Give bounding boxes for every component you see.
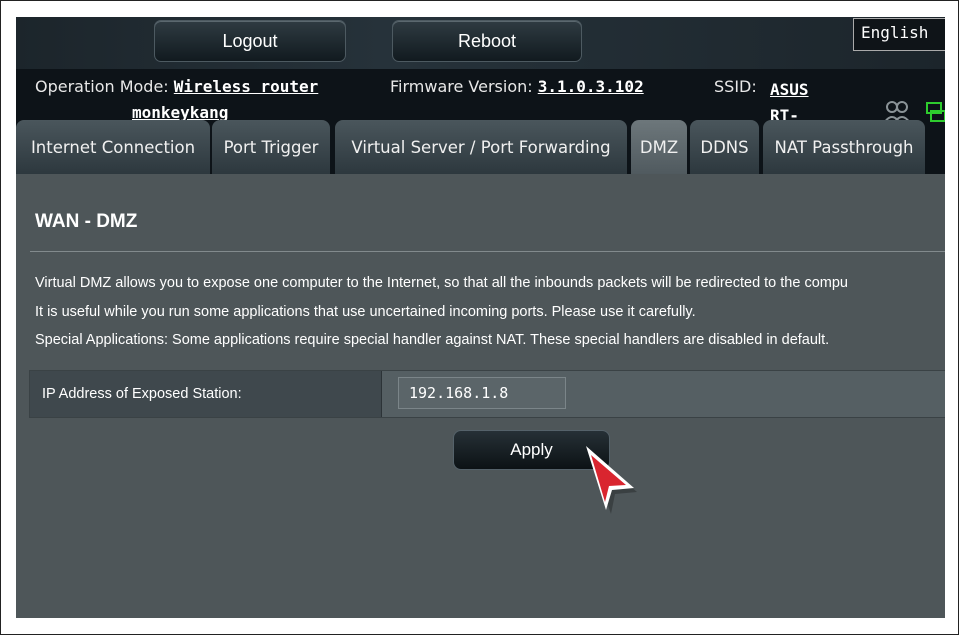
title-divider [30, 251, 945, 252]
exposed-station-input-cell: 192.168.1.8 [382, 371, 945, 417]
language-select[interactable]: English [853, 18, 945, 51]
exposed-station-label: IP Address of Exposed Station: [30, 371, 382, 417]
page-title: WAN - DMZ [35, 211, 138, 232]
tab-ddns[interactable]: DDNS [690, 120, 759, 174]
firmware-version: Firmware Version: 3.1.0.3.102 [390, 77, 644, 96]
info-bar: Operation Mode: Wireless router Firmware… [16, 69, 945, 151]
firmware-link[interactable]: 3.1.0.3.102 [538, 77, 644, 96]
ssid-label: SSID: [714, 77, 757, 96]
description-line-3: Special Applications: Some applications … [35, 332, 830, 348]
exposed-station-row: IP Address of Exposed Station: 192.168.1… [29, 370, 945, 418]
operation-mode: Operation Mode: Wireless router [35, 77, 318, 96]
top-bar: Logout Reboot English [16, 17, 945, 69]
tab-dmz[interactable]: DMZ [631, 120, 687, 174]
description-line-2: It is useful while you run some applicat… [35, 304, 696, 320]
firmware-label: Firmware Version: [390, 77, 533, 96]
tab-virtual-server[interactable]: Virtual Server / Port Forwarding [335, 120, 627, 174]
operation-mode-label: Operation Mode: [35, 77, 169, 96]
logout-button[interactable]: Logout [154, 20, 346, 62]
tab-bar: Internet Connection Port Trigger Virtual… [16, 120, 945, 174]
reboot-button[interactable]: Reboot [392, 20, 582, 62]
tab-nat-passthrough[interactable]: NAT Passthrough [763, 120, 925, 174]
dmz-panel: WAN - DMZ Virtual DMZ allows you to expo… [16, 174, 945, 618]
exposed-station-ip-input[interactable]: 192.168.1.8 [398, 377, 566, 409]
router-admin-ui: Logout Reboot English Operation Mode: Wi… [16, 17, 945, 618]
ssid: SSID: [714, 77, 757, 96]
screenshot-frame: Logout Reboot English Operation Mode: Wi… [0, 0, 959, 635]
description-line-1: Virtual DMZ allows you to expose one com… [35, 275, 848, 291]
tab-internet-connection[interactable]: Internet Connection [16, 120, 210, 174]
cursor-arrow-icon [586, 446, 637, 514]
tab-port-trigger[interactable]: Port Trigger [212, 120, 330, 174]
operation-mode-link[interactable]: Wireless router [174, 77, 319, 96]
